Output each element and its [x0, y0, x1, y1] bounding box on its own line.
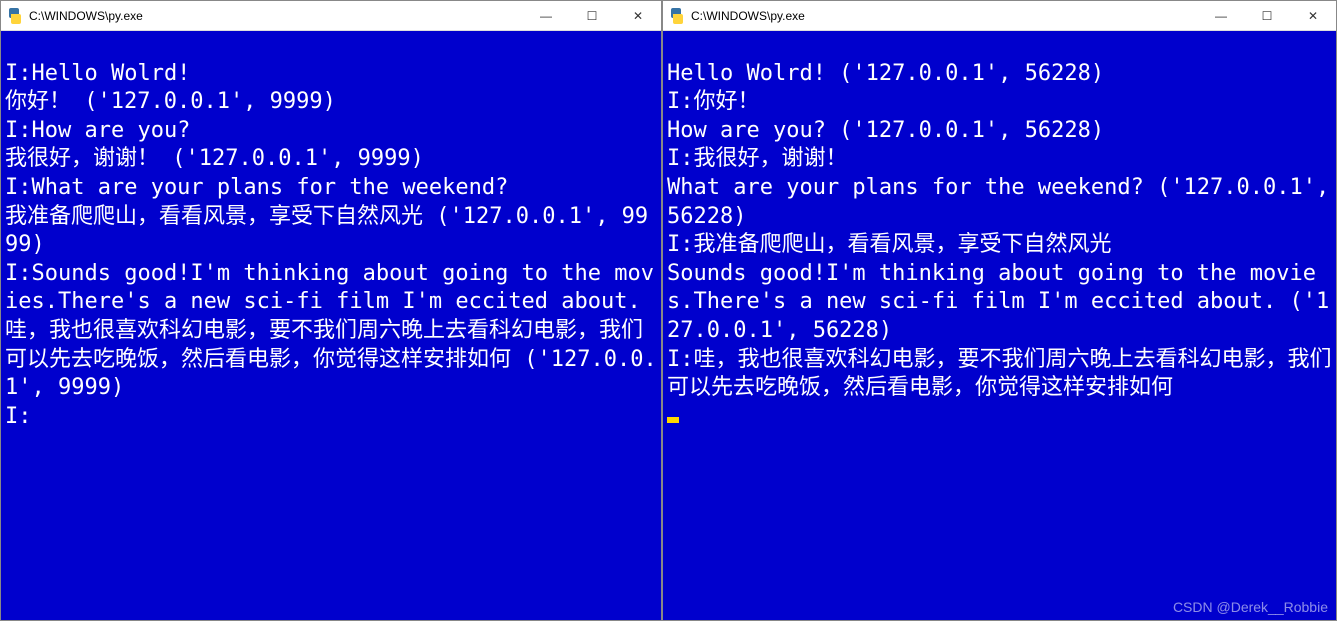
- console-line: I:Sounds good!I'm thinking about going t…: [5, 261, 654, 315]
- console-line: I:哇，我也很喜欢科幻电影，要不我们周六晚上去看科幻电影，我们可以先去吃晚饭，然…: [667, 347, 1332, 401]
- python-icon: [669, 8, 685, 24]
- terminal-window-left: C:\WINDOWS\py.exe — ☐ ✕ I:Hello Wolrd! 你…: [0, 0, 662, 621]
- console-line: Hello Wolrd! ('127.0.0.1', 56228): [667, 61, 1104, 86]
- console-line: How are you? ('127.0.0.1', 56228): [667, 118, 1104, 143]
- console-line: I:我准备爬爬山，看看风景，享受下自然风光: [667, 232, 1112, 257]
- console-line: 你好！ ('127.0.0.1', 9999): [5, 89, 336, 114]
- close-button[interactable]: ✕: [1290, 1, 1336, 30]
- python-icon: [7, 8, 23, 24]
- titlebar-left[interactable]: C:\WINDOWS\py.exe — ☐ ✕: [1, 1, 661, 31]
- titlebar-right[interactable]: C:\WINDOWS\py.exe — ☐ ✕: [663, 1, 1336, 31]
- maximize-button[interactable]: ☐: [569, 1, 615, 30]
- terminal-window-right: C:\WINDOWS\py.exe — ☐ ✕ Hello Wolrd! ('1…: [662, 0, 1337, 621]
- window-title-right: C:\WINDOWS\py.exe: [691, 9, 1198, 23]
- app-icon-box: [1, 8, 29, 24]
- window-title-left: C:\WINDOWS\py.exe: [29, 9, 523, 23]
- console-line: I:What are your plans for the weekend?: [5, 175, 508, 200]
- console-line: I:Hello Wolrd!: [5, 61, 190, 86]
- console-line: I:: [5, 404, 32, 429]
- console-output-left[interactable]: I:Hello Wolrd! 你好！ ('127.0.0.1', 9999) I…: [1, 31, 661, 620]
- minimize-button[interactable]: —: [523, 1, 569, 30]
- console-line: 哇，我也很喜欢科幻电影，要不我们周六晚上去看科幻电影，我们可以先去吃晚饭，然后看…: [5, 318, 657, 400]
- window-controls-right: — ☐ ✕: [1198, 1, 1336, 30]
- console-line: I:我很好，谢谢！: [667, 146, 848, 171]
- console-output-right[interactable]: Hello Wolrd! ('127.0.0.1', 56228) I:你好！ …: [663, 31, 1336, 620]
- close-button[interactable]: ✕: [615, 1, 661, 30]
- console-line: I:你好！: [667, 89, 760, 114]
- console-line: Sounds good!I'm thinking about going to …: [667, 261, 1329, 343]
- app-icon-box: [663, 8, 691, 24]
- watermark-text: CSDN @Derek__Robbie: [1173, 598, 1328, 616]
- maximize-button[interactable]: ☐: [1244, 1, 1290, 30]
- cursor-icon: [667, 417, 679, 423]
- console-line: I:How are you?: [5, 118, 190, 143]
- console-line: 我准备爬爬山，看看风景，享受下自然风光 ('127.0.0.1', 9999): [5, 204, 648, 258]
- console-line: 我很好，谢谢！ ('127.0.0.1', 9999): [5, 146, 424, 171]
- window-controls-left: — ☐ ✕: [523, 1, 661, 30]
- minimize-button[interactable]: —: [1198, 1, 1244, 30]
- console-line: What are your plans for the weekend? ('1…: [667, 175, 1336, 229]
